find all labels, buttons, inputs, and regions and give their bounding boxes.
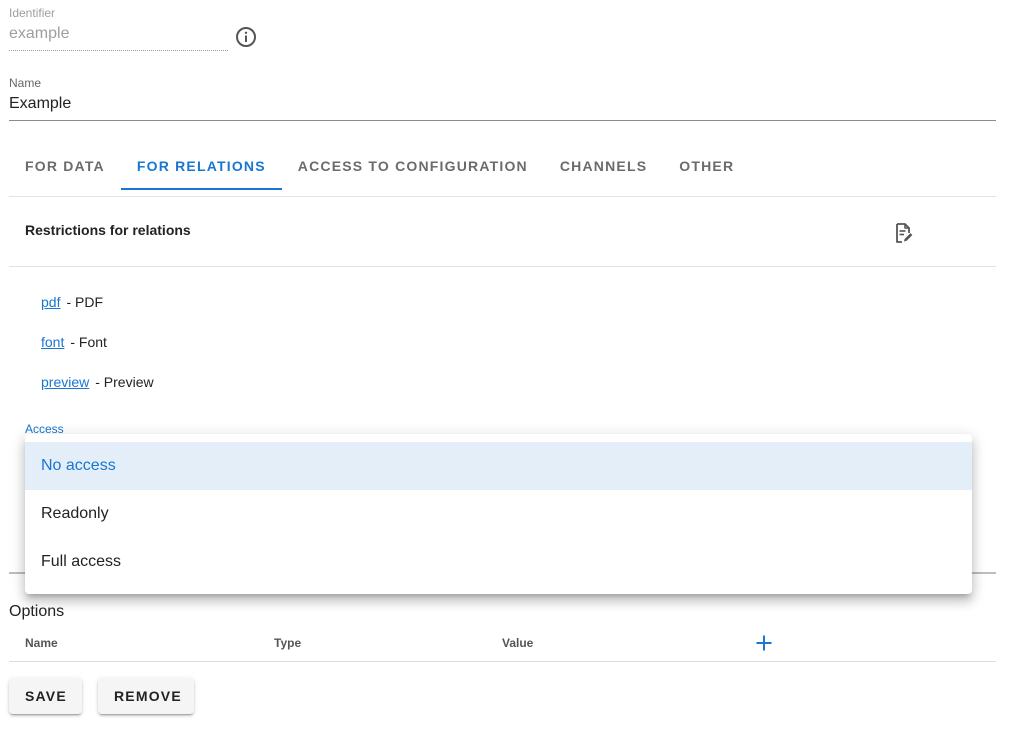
relation-item: preview - Preview [41,374,154,390]
relation-item: pdf - PDF [41,294,103,310]
relation-link-font[interactable]: font [41,334,64,350]
column-header-value: Value [502,636,534,650]
access-option-readonly[interactable]: Readonly [25,490,972,538]
access-option-no-access[interactable]: No access [25,442,972,490]
save-button[interactable]: SAVE [9,678,82,714]
relation-link-pdf[interactable]: pdf [41,294,60,310]
identifier-field[interactable]: example [9,25,69,43]
tabs-divider [9,196,996,197]
plus-icon[interactable] [753,632,775,654]
column-header-name: Name [25,636,58,650]
relation-desc: - PDF [66,294,104,310]
access-dropdown-menu: No access Readonly Full access [25,434,972,594]
relation-desc: - Preview [95,374,154,390]
name-label: Name [9,76,42,90]
restrictions-title: Restrictions for relations [25,222,191,238]
edit-document-icon[interactable] [891,221,915,245]
tab-channels[interactable]: CHANNELS [544,144,663,190]
tab-bar: FOR DATA FOR RELATIONS ACCESS TO CONFIGU… [9,144,996,190]
name-field[interactable]: Example [9,95,71,113]
relation-desc: - Font [70,334,107,350]
tab-for-data[interactable]: FOR DATA [9,144,121,190]
options-divider [9,661,996,662]
relation-item: font - Font [41,334,107,350]
restrictions-divider [9,266,996,267]
access-option-full-access[interactable]: Full access [25,538,972,586]
tab-access-to-configuration[interactable]: ACCESS TO CONFIGURATION [282,144,544,190]
form-page: Identifier example Name Example FOR DATA… [0,0,1020,735]
options-title: Options [9,603,65,620]
relation-link-preview[interactable]: preview [41,374,89,390]
tab-for-relations[interactable]: FOR RELATIONS [120,144,282,190]
tab-other[interactable]: OTHER [663,144,750,190]
identifier-underline [9,50,228,51]
info-circle-icon[interactable] [235,26,257,48]
name-underline [9,120,996,121]
identifier-label: Identifier [9,6,56,20]
remove-button[interactable]: REMOVE [98,678,194,714]
column-header-type: Type [274,636,302,650]
